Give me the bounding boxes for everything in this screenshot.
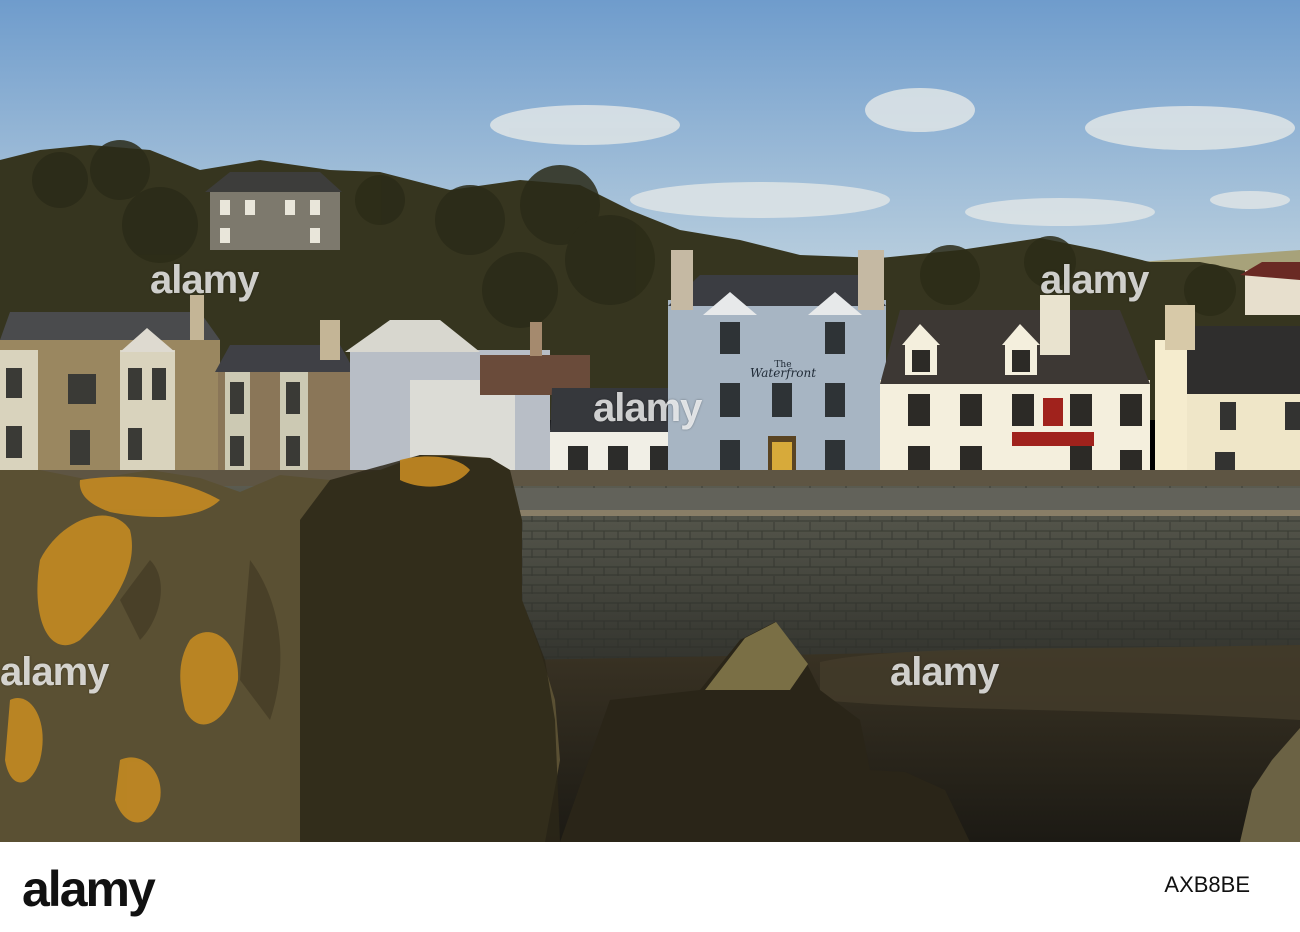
harbour-photo: The Waterfront alamy alamy alamy alamy a…	[0, 0, 1300, 842]
hotel-sign-name: Waterfront	[750, 366, 816, 380]
alamy-logo: alamy	[22, 861, 156, 917]
image-id-label: AXB8BE	[1164, 872, 1250, 897]
white-pub	[880, 295, 1150, 485]
watermark: alamy	[1040, 258, 1149, 302]
watermark: alamy	[593, 386, 702, 430]
footer-bar: alamy AXB8BE	[0, 842, 1300, 932]
watermark: alamy	[890, 650, 999, 694]
hilltop-house	[205, 172, 342, 250]
watermark: alamy	[150, 258, 259, 302]
watermark: alamy	[0, 650, 109, 694]
